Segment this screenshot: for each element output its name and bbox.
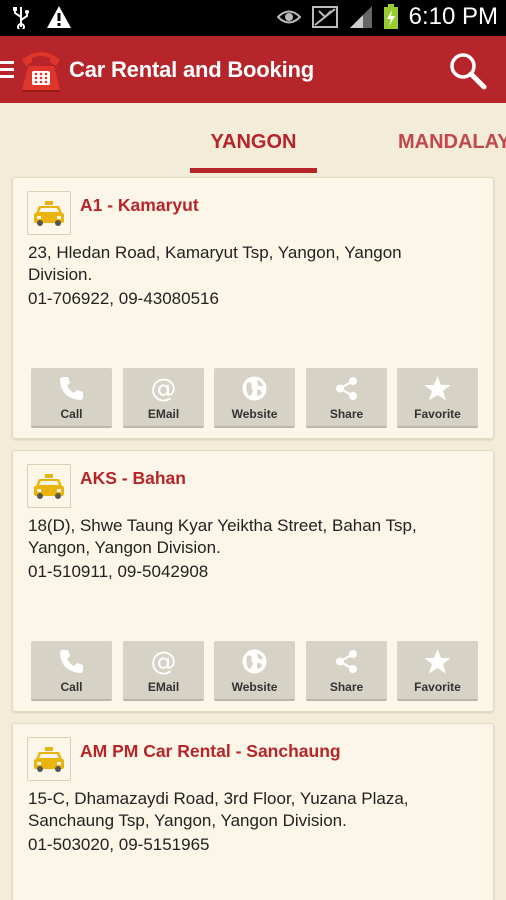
tab-selected-indicator (190, 168, 317, 173)
usb-icon (13, 7, 29, 29)
at-icon: @ (151, 374, 177, 403)
listing-actions: Call @ EMail Website Share Favorite (31, 368, 479, 428)
share-label: Share (329, 680, 364, 694)
listing-card[interactable]: AM PM Car Rental - Sanchaung 15-C, Dhama… (12, 723, 494, 900)
eye-icon (276, 10, 301, 24)
email-label: EMail (147, 680, 180, 694)
taxi-icon (34, 474, 64, 499)
listing-thumbnail (27, 191, 71, 235)
share-label: Share (329, 407, 364, 421)
tab-mandalay[interactable]: MANDALAY (398, 131, 506, 154)
listing-card[interactable]: AKS - Bahan 18(D), Shwe Taung Kyar Yeikt… (12, 450, 494, 712)
status-bar: 6:10 PM (0, 0, 506, 36)
svg-text:@: @ (151, 647, 177, 676)
website-label: Website (231, 407, 278, 421)
listing-address: 23, Hledan Road, Kamaryut Tsp, Yangon, Y… (28, 243, 402, 284)
favorite-label: Favorite (414, 407, 461, 421)
phone-icon (60, 650, 83, 673)
phone-icon (60, 377, 83, 400)
svg-text:@: @ (151, 374, 177, 403)
listing-name: A1 - Kamaryut (80, 195, 199, 215)
call-label: Call (60, 407, 83, 421)
globe-icon (242, 649, 267, 674)
menu-icon[interactable] (0, 61, 14, 79)
globe-icon (242, 376, 267, 401)
listing-phones: 01-706922, 09-43080516 (28, 289, 219, 308)
share-icon (336, 377, 357, 400)
website-button[interactable]: Website (214, 641, 295, 701)
share-icon (336, 650, 357, 673)
email-button[interactable]: @ EMail (123, 368, 204, 428)
telephone-logo-icon[interactable] (18, 44, 64, 94)
warning-icon (47, 6, 71, 28)
email-label: EMail (147, 407, 180, 421)
call-button[interactable]: Call (31, 641, 112, 701)
search-icon[interactable] (446, 50, 488, 90)
listing-address: 15-C, Dhamazaydi Road, 3rd Floor, Yuzana… (28, 789, 409, 830)
app-title: Car Rental and Booking (69, 57, 314, 82)
email-button[interactable]: @ EMail (123, 641, 204, 701)
taxi-icon (34, 201, 64, 226)
call-button[interactable]: Call (31, 368, 112, 428)
listing-card[interactable]: A1 - Kamaryut 23, Hledan Road, Kamaryut … (12, 177, 494, 439)
listing-phones: 01-510911, 09-5042908 (28, 562, 209, 581)
at-icon: @ (151, 647, 177, 676)
share-button[interactable]: Share (306, 368, 387, 428)
listing-name: AKS - Bahan (80, 468, 186, 488)
city-tabs: YANGON MANDALAY (0, 103, 506, 173)
battery-icon (383, 4, 398, 29)
favorite-button[interactable]: Favorite (397, 641, 478, 701)
call-label: Call (60, 680, 83, 694)
status-clock: 6:10 PM (408, 3, 498, 30)
taxi-icon (34, 747, 64, 772)
listing-address: 18(D), Shwe Taung Kyar Yeiktha Street, B… (28, 516, 417, 557)
action-bar: Car Rental and Booking (0, 36, 506, 103)
favorite-label: Favorite (414, 680, 461, 694)
cell-signal-icon (349, 6, 372, 28)
star-icon (424, 376, 451, 401)
listing-actions: Call @ EMail Website Share Favorite (31, 641, 479, 701)
listing-phones: 01-503020, 09-5151965 (28, 835, 210, 854)
website-label: Website (231, 680, 278, 694)
website-button[interactable]: Website (214, 368, 295, 428)
favorite-button[interactable]: Favorite (397, 368, 478, 428)
listing-name: AM PM Car Rental - Sanchaung (80, 741, 341, 761)
tab-yangon[interactable]: YANGON (190, 131, 317, 154)
no-signal-icon (311, 6, 338, 28)
listing-thumbnail (27, 464, 71, 508)
share-button[interactable]: Share (306, 641, 387, 701)
listing-thumbnail (27, 737, 71, 781)
star-icon (424, 649, 451, 674)
